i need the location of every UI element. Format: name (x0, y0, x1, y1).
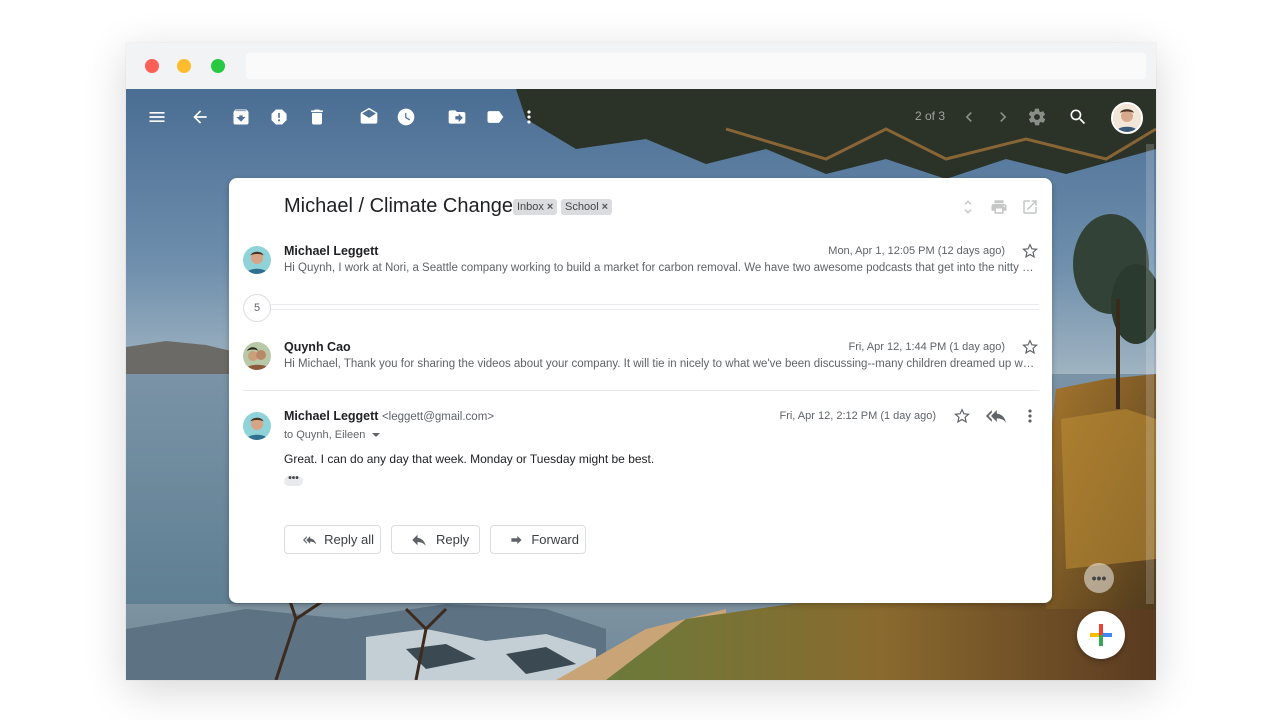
sender-avatar (243, 412, 271, 440)
collapsed-divider (243, 304, 1039, 305)
thread-card: Michael / Climate Change Inbox × School … (229, 178, 1052, 603)
label-chip-text: Inbox (517, 201, 544, 213)
delete-icon[interactable] (306, 106, 328, 128)
message-divider (243, 390, 1039, 391)
message-body: Great. I can do any day that week. Monda… (284, 452, 655, 466)
menu-icon[interactable] (146, 106, 168, 128)
message-date: Fri, Apr 12, 1:44 PM (1 day ago) (848, 341, 1005, 353)
reply-all-icon (303, 535, 317, 544)
message-sender[interactable]: Michael Leggett <leggett@gmail.com> (284, 409, 494, 423)
sender-email: <leggett@gmail.com> (381, 411, 494, 423)
remove-label-icon[interactable]: × (602, 201, 608, 213)
older-chevron-icon[interactable] (958, 106, 980, 128)
report-spam-icon[interactable] (268, 106, 290, 128)
label-chip-text: School (565, 201, 599, 213)
newer-chevron-icon[interactable] (992, 106, 1014, 128)
app-window: 2 of 3 Michael / Climate Change Inbox × (126, 43, 1156, 680)
star-icon[interactable] (953, 407, 971, 425)
pager-count: 2 of 3 (915, 109, 946, 123)
remove-label-icon[interactable]: × (547, 201, 553, 213)
message-sender[interactable]: Michael Leggett (284, 244, 378, 258)
open-new-window-icon[interactable] (1021, 198, 1039, 216)
forward-button[interactable]: Forward (490, 525, 586, 554)
caret-down-icon[interactable] (372, 433, 381, 438)
search-icon[interactable] (1067, 106, 1089, 128)
reply-icon (412, 534, 426, 546)
more-vert-icon[interactable] (518, 106, 540, 128)
more-vert-icon[interactable] (1020, 406, 1040, 426)
minimize-window-button[interactable] (177, 59, 191, 73)
reply-all-label: Reply all (324, 532, 374, 547)
label-icon[interactable] (484, 106, 506, 128)
compose-fab[interactable] (1077, 611, 1125, 659)
page-scrollbar[interactable] (1146, 144, 1154, 604)
show-trimmed-content-button[interactable]: ••• (284, 474, 303, 486)
collapsed-divider (243, 309, 1039, 310)
settings-gear-icon[interactable] (1026, 106, 1048, 128)
reply-all-icon[interactable] (986, 406, 1006, 426)
move-to-icon[interactable] (446, 106, 468, 128)
sender-avatar (243, 246, 271, 274)
chat-bubble-button[interactable]: ••• (1084, 563, 1114, 593)
mark-unread-icon[interactable] (358, 106, 380, 128)
expand-collapse-icon[interactable] (959, 198, 977, 216)
snooze-icon[interactable] (395, 106, 417, 128)
reply-label: Reply (436, 532, 470, 547)
theme-background: 2 of 3 Michael / Climate Change Inbox × (126, 89, 1156, 680)
message-snippet[interactable]: Hi Quynh, I work at Nori, a Seattle comp… (284, 262, 1037, 274)
close-window-button[interactable] (145, 59, 159, 73)
sender-avatar (243, 342, 271, 370)
message-sender[interactable]: Quynh Cao (284, 340, 351, 354)
mail-toolbar: 2 of 3 (126, 89, 1156, 144)
recipients-line[interactable]: to Quynh, Eileen (284, 429, 381, 441)
message-date: Fri, Apr 12, 2:12 PM (1 day ago) (779, 410, 936, 422)
window-titlebar (126, 43, 1156, 89)
account-avatar[interactable] (1111, 102, 1143, 134)
sender-name[interactable]: Michael Leggett (284, 409, 378, 423)
recipients-text: to Quynh, Eileen (284, 429, 366, 441)
print-icon[interactable] (990, 198, 1008, 216)
thread-subject: Michael / Climate Change (284, 195, 513, 217)
address-bar[interactable] (246, 53, 1146, 79)
forward-label: Forward (531, 532, 579, 547)
archive-icon[interactable] (230, 106, 252, 128)
forward-icon (511, 535, 522, 544)
label-chip-inbox: Inbox × (513, 199, 558, 215)
star-icon[interactable] (1021, 242, 1039, 260)
back-arrow-icon[interactable] (189, 106, 211, 128)
compose-plus-icon (1090, 624, 1112, 646)
message-snippet[interactable]: Hi Michael, Thank you for sharing the vi… (284, 358, 1037, 370)
reply-all-button[interactable]: Reply all (284, 525, 381, 554)
zoom-window-button[interactable] (211, 59, 225, 73)
label-chip-school: School × (561, 199, 613, 215)
message-date: Mon, Apr 1, 12:05 PM (12 days ago) (828, 245, 1005, 257)
star-icon[interactable] (1021, 338, 1039, 356)
collapsed-count-button[interactable]: 5 (243, 294, 271, 322)
reply-button[interactable]: Reply (391, 525, 480, 554)
